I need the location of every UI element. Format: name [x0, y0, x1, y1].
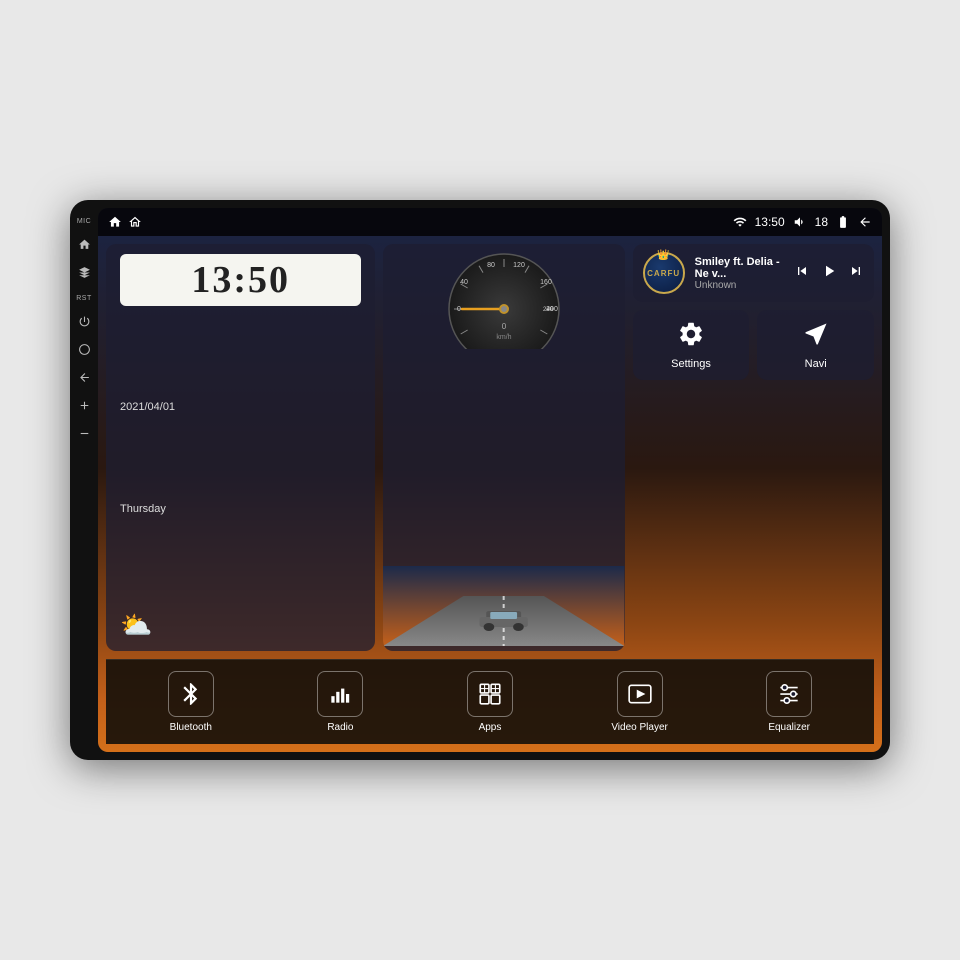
- music-artist: Unknown: [695, 280, 784, 291]
- next-button[interactable]: [848, 263, 864, 284]
- apps-icon-container: [467, 671, 513, 717]
- video-player-label: Video Player: [611, 722, 668, 733]
- equalizer-label: Equalizer: [768, 722, 810, 733]
- crown-icon: 👑: [657, 250, 669, 261]
- back-button[interactable]: [75, 368, 93, 386]
- clock-display: 13:50: [120, 254, 361, 306]
- status-left-icons: [108, 215, 142, 229]
- music-controls: [794, 262, 864, 285]
- widgets-row: 13:50 2021/04/01 Thursday ⛅: [106, 244, 874, 651]
- mic-label: MIC: [77, 218, 91, 225]
- status-bar: 13:50 18: [98, 208, 882, 236]
- bluetooth-icon: [178, 681, 204, 707]
- vol-down-button[interactable]: [75, 424, 93, 442]
- radio-label: Radio: [327, 722, 353, 733]
- bluetooth-icon-container: [168, 671, 214, 717]
- home-button[interactable]: [75, 235, 93, 253]
- equalizer-icon: [776, 681, 802, 707]
- svg-text:160: 160: [540, 279, 552, 286]
- menu-button[interactable]: [75, 340, 93, 358]
- clock-day: Thursday: [120, 503, 361, 515]
- side-button-panel: MIC RST: [70, 200, 98, 760]
- nav-row: Settings Navi: [633, 310, 874, 380]
- svg-text:240: 240: [543, 307, 554, 313]
- apps-label: Apps: [479, 722, 502, 733]
- home-status-icon: [108, 215, 122, 229]
- carfu-logo-text: CARFU: [647, 269, 680, 278]
- radio-button[interactable]: Radio: [266, 671, 416, 733]
- house-button[interactable]: [75, 263, 93, 281]
- clock-time: 13:50: [130, 258, 351, 302]
- svg-text:0: 0: [457, 306, 461, 313]
- music-info: Smiley ft. Delia - Ne v... Unknown: [695, 256, 784, 291]
- road-container: [383, 349, 624, 651]
- navi-widget[interactable]: Navi: [757, 310, 874, 380]
- svg-text:80: 80: [487, 262, 495, 269]
- svg-text:km/h: km/h: [496, 334, 511, 341]
- power-button[interactable]: [75, 312, 93, 330]
- bluetooth-button[interactable]: Bluetooth: [116, 671, 266, 733]
- svg-text:40: 40: [460, 279, 468, 286]
- music-title: Smiley ft. Delia - Ne v...: [695, 256, 784, 280]
- settings-widget[interactable]: Settings: [633, 310, 750, 380]
- status-time: 13:50: [755, 215, 785, 229]
- clock-widget: 13:50 2021/04/01 Thursday ⛅: [106, 244, 375, 651]
- radio-icon: [327, 681, 353, 707]
- settings-icon: [677, 320, 705, 354]
- battery-icon: [836, 215, 850, 229]
- settings-label: Settings: [671, 358, 711, 370]
- house-status-icon: [128, 215, 142, 229]
- volume-level: 18: [815, 215, 828, 229]
- speedometer-widget: 0 40 80 120 160 200 0: [383, 244, 624, 651]
- video-player-icon-container: [617, 671, 663, 717]
- car-head-unit: MIC RST: [70, 200, 890, 760]
- bottom-bar: Bluetooth Radio: [106, 659, 874, 744]
- bluetooth-label: Bluetooth: [170, 722, 212, 733]
- svg-text:120: 120: [513, 262, 525, 269]
- clock-date: 2021/04/01: [120, 401, 361, 413]
- speedo-container: 0 40 80 120 160 200 0: [383, 244, 624, 651]
- video-player-icon: [627, 681, 653, 707]
- equalizer-icon-container: [766, 671, 812, 717]
- apps-icon: [477, 681, 503, 707]
- status-right-area: 13:50 18: [733, 215, 872, 229]
- speedometer-svg: 0 40 80 120 160 200 0: [434, 249, 574, 349]
- main-content-area: 13:50 2021/04/01 Thursday ⛅: [98, 236, 882, 752]
- apps-button[interactable]: Apps: [415, 671, 565, 733]
- back-status-icon: [858, 215, 872, 229]
- right-widgets: 👑 CARFU Smiley ft. Delia - Ne v... Unkno…: [633, 244, 874, 651]
- main-screen: 13:50 18 13:50 2021/04/01 T: [98, 208, 882, 752]
- music-widget[interactable]: 👑 CARFU Smiley ft. Delia - Ne v... Unkno…: [633, 244, 874, 302]
- volume-icon: [793, 215, 807, 229]
- equalizer-button[interactable]: Equalizer: [714, 671, 864, 733]
- rst-label: RST: [76, 295, 92, 302]
- radio-icon-container: [317, 671, 363, 717]
- weather-icon: ⛅: [120, 610, 361, 641]
- prev-button[interactable]: [794, 263, 810, 284]
- navi-label: Navi: [805, 358, 827, 370]
- road-svg: [383, 566, 624, 646]
- svg-text:0: 0: [502, 322, 507, 331]
- music-logo: 👑 CARFU: [643, 252, 685, 294]
- navi-icon: [802, 320, 830, 354]
- wifi-icon: [733, 215, 747, 229]
- play-button[interactable]: [820, 262, 838, 285]
- vol-up-button[interactable]: [75, 396, 93, 414]
- video-player-button[interactable]: Video Player: [565, 671, 715, 733]
